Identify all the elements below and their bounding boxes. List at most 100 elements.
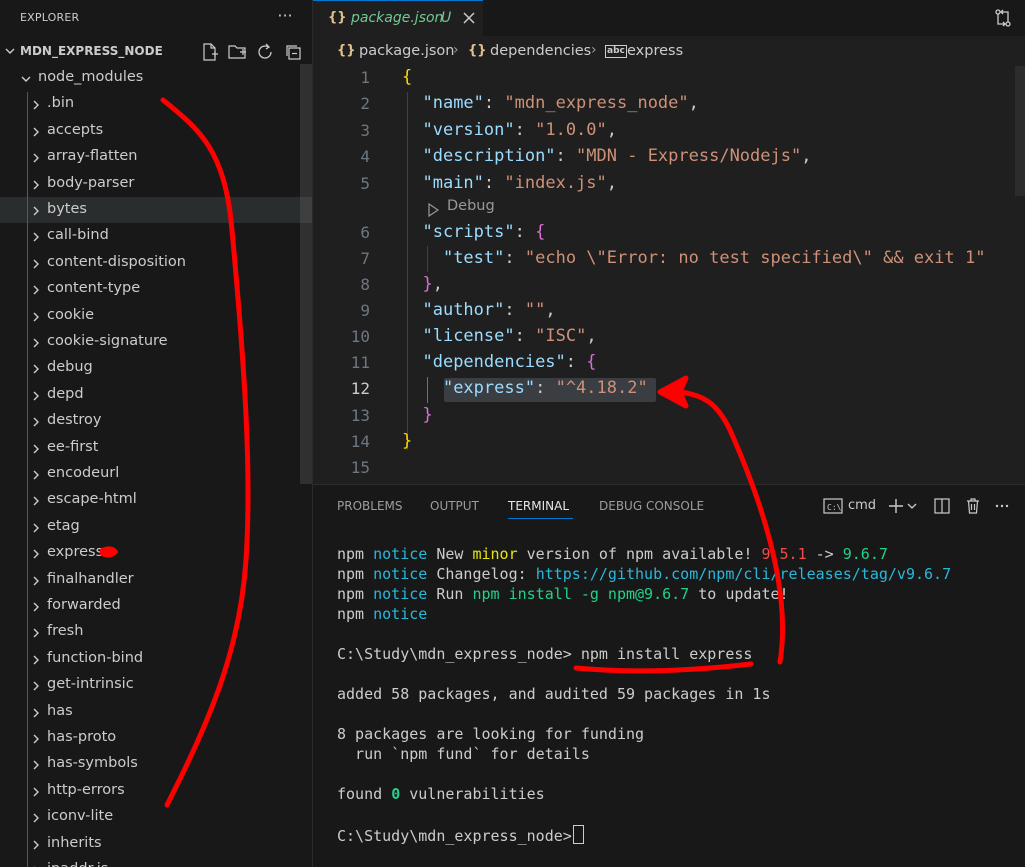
json-value-main: index.js <box>514 173 597 193</box>
terminal-line: npm notice <box>337 605 428 623</box>
chevron-right-icon <box>33 496 39 506</box>
line-number: 8 <box>360 275 370 294</box>
sidebar-scrollbar[interactable] <box>300 64 312 484</box>
line-number: 5 <box>360 174 370 193</box>
tree-folder-node-modules[interactable]: node_modules <box>0 65 312 91</box>
chevron-right-icon <box>33 391 39 401</box>
tab-package-json[interactable]: {} package.json U <box>313 0 483 36</box>
json-brace: { <box>586 352 597 372</box>
untracked-badge: U <box>441 10 452 26</box>
tree-folder-item[interactable]: has-proto <box>0 725 312 751</box>
line-number: 6 <box>360 223 370 242</box>
tree-folder-item[interactable]: etag <box>0 514 312 540</box>
close-icon[interactable] <box>461 10 477 26</box>
tree-folder-item[interactable]: has <box>0 699 312 725</box>
tree-item-label: express <box>47 544 104 560</box>
json-file-icon: {} <box>328 10 347 25</box>
json-value-express: ^4.18.2 <box>565 378 638 398</box>
tree-folder-item[interactable]: forwarded <box>0 593 312 619</box>
json-value-license: ISC <box>545 326 577 346</box>
code-line: 10 "license": "ISC", <box>313 325 1025 351</box>
tree-folder-item[interactable]: encodeurl <box>0 461 312 487</box>
tree-folder-item[interactable]: get-intrinsic <box>0 672 312 698</box>
tree-folder-item[interactable]: content-type <box>0 276 312 302</box>
tree-folder-item[interactable]: depd <box>0 382 312 408</box>
tree-folder-item[interactable]: ipaddr.js <box>0 857 312 867</box>
code-line: 8 }, <box>313 273 1025 299</box>
tree-folder-item[interactable]: debug <box>0 355 312 381</box>
breadcrumb-item-file[interactable]: package.json <box>359 43 454 59</box>
chevron-right-icon <box>33 602 39 612</box>
tab-debug-console[interactable]: DEBUG CONSOLE <box>599 499 704 513</box>
tree-folder-item[interactable]: cookie <box>0 303 312 329</box>
chevron-down-icon[interactable] <box>907 501 917 511</box>
more-actions-icon[interactable] <box>993 497 1011 515</box>
line-number: 7 <box>360 249 370 268</box>
chevron-right-icon <box>33 470 39 480</box>
shell-name[interactable]: cmd <box>848 498 876 513</box>
tree-folder-item[interactable]: body-parser <box>0 171 312 197</box>
tree-folder-item[interactable]: inherits <box>0 831 312 857</box>
breadcrumb-item-express[interactable]: express <box>627 43 683 59</box>
object-icon: {} <box>468 43 487 58</box>
tree-folder-item[interactable]: destroy <box>0 408 312 434</box>
new-file-icon[interactable] <box>200 43 220 61</box>
tree-item-label: destroy <box>47 412 102 428</box>
tab-problems[interactable]: PROBLEMS <box>337 499 403 513</box>
terminal-shell-icon: C:\ <box>823 498 843 514</box>
chevron-right-icon <box>33 312 39 322</box>
debug-codelens[interactable]: Debug <box>447 198 495 214</box>
more-actions-icon[interactable]: ··· <box>274 5 296 27</box>
workspace-root-folder[interactable]: MDN_EXPRESS_NODE <box>0 40 312 64</box>
tab-terminal[interactable]: TERMINAL <box>508 499 569 513</box>
chevron-right-icon <box>33 180 39 190</box>
tree-folder-item[interactable]: fresh <box>0 619 312 645</box>
tree-folder-item[interactable]: has-symbols <box>0 751 312 777</box>
chevron-right-icon <box>33 127 39 137</box>
chevron-right-icon <box>33 760 39 770</box>
refresh-icon[interactable] <box>256 43 276 61</box>
tree-folder-item[interactable]: finalhandler <box>0 567 312 593</box>
tree-folder-item[interactable]: .bin <box>0 91 312 117</box>
tree-folder-item[interactable]: cookie-signature <box>0 329 312 355</box>
new-terminal-icon[interactable] <box>887 497 905 515</box>
code-line: 9 "author": "", <box>313 299 1025 325</box>
tree-folder-item[interactable]: call-bind <box>0 223 312 249</box>
editor-scrollbar[interactable] <box>1015 66 1025 196</box>
code-line: 6 "scripts": { <box>313 221 1025 247</box>
split-terminal-icon[interactable] <box>933 497 951 515</box>
tree-folder-item[interactable]: ee-first <box>0 435 312 461</box>
tree-folder-item[interactable]: bytes <box>0 197 312 223</box>
json-file-icon: {} <box>337 43 356 58</box>
tree-folder-item[interactable]: accepts <box>0 118 312 144</box>
tree-folder-item[interactable]: iconv-lite <box>0 804 312 830</box>
chevron-right-icon <box>33 523 39 533</box>
chevron-right-icon <box>33 787 39 797</box>
open-changes-icon[interactable] <box>993 8 1013 28</box>
tree-item-label: function-bind <box>47 650 144 666</box>
tree-folder-item[interactable]: function-bind <box>0 646 312 672</box>
tree-item-label: fresh <box>47 623 84 639</box>
tab-output[interactable]: OUTPUT <box>430 499 479 513</box>
collapse-all-icon[interactable] <box>284 43 304 61</box>
terminal-line: npm notice Changelog: https://github.com… <box>337 565 952 583</box>
code-line: 14 } <box>313 430 1025 456</box>
tree-folder-item[interactable]: escape-html <box>0 487 312 513</box>
code-editor[interactable]: 1 { 2 "name": "mdn_express_node", 3 "ver… <box>313 66 1025 484</box>
line-number: 15 <box>350 458 370 477</box>
breadcrumb-item-dependencies[interactable]: dependencies <box>490 43 591 59</box>
tree-folder-item[interactable]: array-flatten <box>0 144 312 170</box>
tree-item-label: etag <box>47 518 80 534</box>
json-key-dependencies: "dependencies" <box>422 352 566 372</box>
trash-icon[interactable] <box>964 497 982 515</box>
chevron-right-icon <box>33 840 39 850</box>
tree-folder-item[interactable]: http-errors <box>0 778 312 804</box>
tree-item-label: bytes <box>47 201 87 217</box>
terminal-prompt-line: C:\Study\mdn_express_node> <box>337 825 584 845</box>
chevron-right-icon <box>33 628 39 638</box>
tree-folder-item[interactable]: express <box>0 540 312 566</box>
new-folder-icon[interactable] <box>228 43 248 61</box>
tree-folder-item[interactable]: content-disposition <box>0 250 312 276</box>
breadcrumb: {} package.json › {} dependencies › abc … <box>313 40 1025 64</box>
codelens-row: Debug <box>313 196 1025 222</box>
